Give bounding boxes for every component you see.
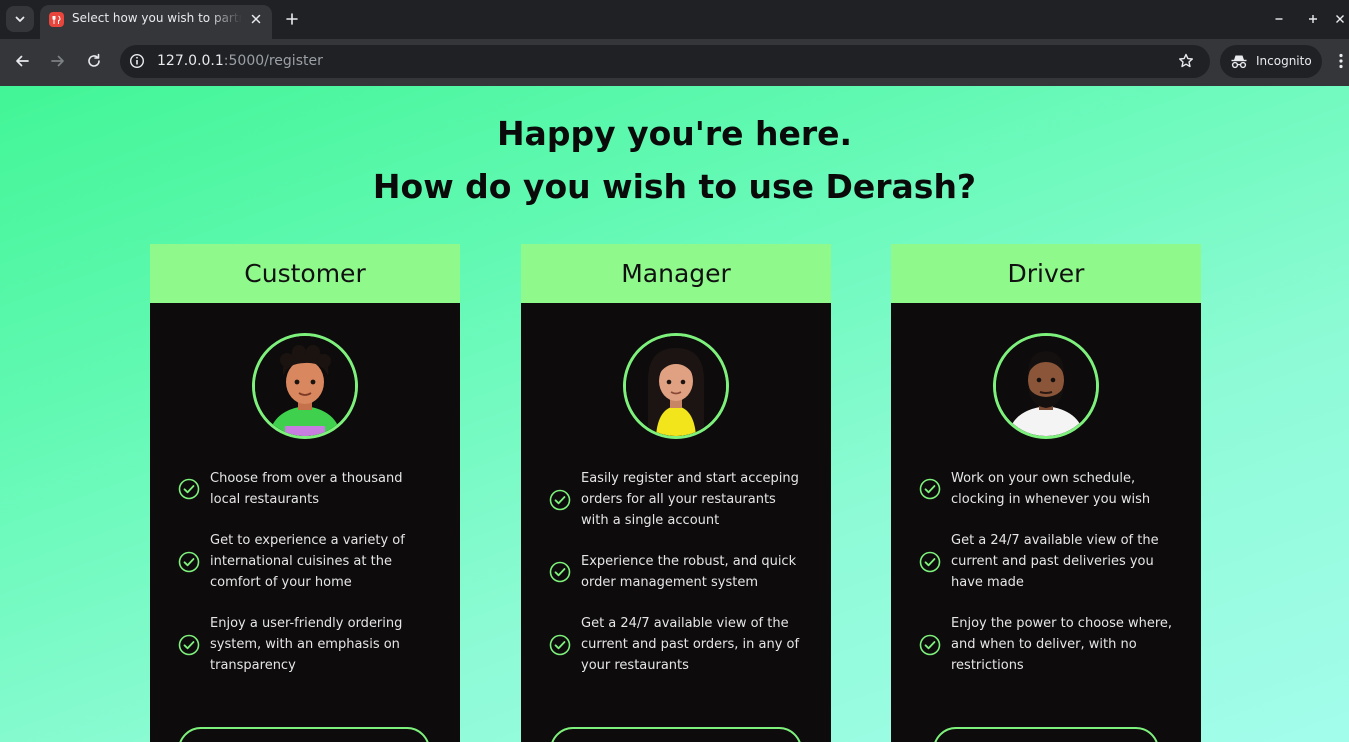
url-path: :5000/register bbox=[223, 53, 323, 69]
check-circle-icon bbox=[549, 634, 571, 656]
reload-icon[interactable] bbox=[84, 51, 104, 71]
card-title: Driver bbox=[1007, 259, 1085, 288]
url-text[interactable]: 127.0.0.1:5000/register bbox=[157, 53, 323, 70]
feature-text: Enjoy the power to choose where, and whe… bbox=[951, 616, 1173, 673]
feature-item: Easily register and start acceping order… bbox=[549, 468, 819, 531]
feature-item: Experience the robust, and quick order m… bbox=[549, 551, 819, 593]
card-title: Manager bbox=[621, 259, 731, 288]
page-heading-line2: How do you wish to use Derash? bbox=[372, 167, 977, 206]
feature-item: Work on your own schedule, clocking in w… bbox=[919, 468, 1189, 510]
browser-toolbar: 127.0.0.1:5000/register Incognito bbox=[0, 39, 1349, 86]
customer-register-button[interactable] bbox=[178, 727, 430, 742]
feature-item: Enjoy the power to choose where, and whe… bbox=[919, 613, 1189, 676]
forward-arrow-icon[interactable] bbox=[48, 51, 68, 71]
bookmark-star-icon[interactable] bbox=[1177, 52, 1195, 70]
check-circle-icon bbox=[919, 634, 941, 656]
close-tab-icon[interactable] bbox=[248, 11, 264, 27]
feature-item: Choose from over a thousand local restau… bbox=[178, 468, 448, 510]
customer-avatar bbox=[252, 333, 358, 439]
feature-item: Get a 24/7 available view of the current… bbox=[919, 530, 1189, 593]
check-circle-icon bbox=[178, 634, 200, 656]
feature-item: Get to experience a variety of internati… bbox=[178, 530, 448, 593]
site-info-icon[interactable] bbox=[129, 53, 145, 69]
feature-text: Get a 24/7 available view of the current… bbox=[951, 533, 1159, 590]
driver-register-button[interactable] bbox=[933, 727, 1159, 742]
card-header: Manager bbox=[521, 244, 831, 303]
address-bar[interactable]: 127.0.0.1:5000/register bbox=[120, 45, 1210, 78]
feature-text: Work on your own schedule, clocking in w… bbox=[951, 471, 1151, 507]
minimize-window-icon[interactable] bbox=[1270, 10, 1288, 28]
url-host: 127.0.0.1 bbox=[157, 53, 224, 69]
incognito-indicator[interactable]: Incognito bbox=[1220, 45, 1322, 78]
back-arrow-icon[interactable] bbox=[12, 51, 32, 71]
card-header: Customer bbox=[150, 244, 460, 303]
fork-knife-icon bbox=[49, 12, 64, 27]
incognito-label: Incognito bbox=[1256, 54, 1312, 68]
page-heading-line1: Happy you're here. bbox=[496, 114, 853, 153]
card-title: Customer bbox=[244, 259, 366, 288]
feature-text: Get to experience a variety of internati… bbox=[210, 533, 405, 590]
tab-title: Select how you wish to partner with Dera… bbox=[72, 11, 242, 25]
new-tab-plus-icon[interactable] bbox=[282, 9, 302, 29]
check-circle-icon bbox=[549, 489, 571, 511]
page-viewport: Happy you're here. How do you wish to us… bbox=[0, 86, 1349, 742]
maximize-window-icon[interactable] bbox=[1304, 10, 1322, 28]
feature-list: Work on your own schedule, clocking in w… bbox=[919, 468, 1189, 696]
customer-card: Customer Choose from over a thousand loc… bbox=[150, 244, 460, 742]
incognito-icon bbox=[1230, 53, 1248, 71]
manager-avatar bbox=[623, 333, 729, 439]
manager-card: Manager Easily register and start accepi… bbox=[521, 244, 831, 742]
driver-avatar bbox=[993, 333, 1099, 439]
check-circle-icon bbox=[178, 551, 200, 573]
feature-text: Choose from over a thousand local restau… bbox=[210, 471, 403, 507]
feature-list: Easily register and start acceping order… bbox=[549, 468, 819, 696]
feature-text: Easily register and start acceping order… bbox=[581, 471, 799, 528]
feature-text: Get a 24/7 available view of the current… bbox=[581, 616, 800, 673]
check-circle-icon bbox=[178, 478, 200, 500]
browser-menu-icon[interactable] bbox=[1334, 51, 1348, 71]
tab-strip: Select how you wish to partner with Dera… bbox=[0, 0, 1349, 39]
check-circle-icon bbox=[549, 561, 571, 583]
chevron-down-icon bbox=[15, 16, 25, 22]
close-window-icon[interactable] bbox=[1331, 10, 1349, 28]
check-circle-icon bbox=[919, 478, 941, 500]
driver-card: Driver Work on your own schedule, clocki… bbox=[891, 244, 1201, 742]
feature-item: Get a 24/7 available view of the current… bbox=[549, 613, 819, 676]
tab-search-button[interactable] bbox=[6, 6, 34, 32]
feature-item: Enjoy a user-friendly ordering system, w… bbox=[178, 613, 448, 676]
feature-text: Experience the robust, and quick order m… bbox=[581, 554, 797, 590]
manager-register-button[interactable] bbox=[550, 727, 802, 742]
active-tab[interactable]: Select how you wish to partner with Dera… bbox=[40, 5, 272, 39]
check-circle-icon bbox=[919, 551, 941, 573]
feature-list: Choose from over a thousand local restau… bbox=[178, 468, 448, 696]
feature-text: Enjoy a user-friendly ordering system, w… bbox=[210, 616, 403, 673]
card-header: Driver bbox=[891, 244, 1201, 303]
